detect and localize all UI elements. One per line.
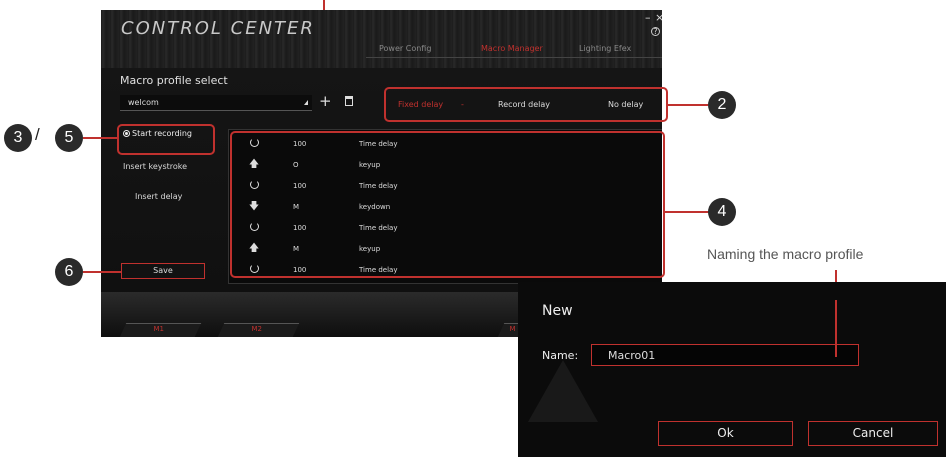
tab-macro-manager[interactable]: Macro Manager (481, 44, 543, 53)
macro-profile-value: welcom (128, 98, 159, 107)
start-recording-highlight (117, 124, 215, 155)
macro-profile-label: Macro profile select (120, 74, 228, 87)
callout-4: 4 (708, 198, 736, 226)
macro-profile-dropdown[interactable]: welcom (120, 95, 312, 111)
close-button[interactable]: × (655, 11, 662, 24)
callout-slash: / (35, 125, 40, 144)
callout-6-leader (83, 271, 121, 273)
tab-lighting-efex[interactable]: Lighting Efex (579, 44, 631, 53)
insert-delay-button[interactable]: Insert delay (135, 192, 182, 201)
m2-button[interactable]: M2 (217, 323, 300, 337)
callout-6: 6 (55, 258, 83, 286)
tab-power-config[interactable]: Power Config (379, 44, 431, 53)
m3-label: M (509, 325, 516, 333)
callout-2-leader (668, 104, 708, 106)
app-title: CONTROL CENTER (121, 18, 315, 39)
naming-leader-red (835, 300, 837, 357)
save-button[interactable]: Save (121, 263, 205, 279)
delay-options-highlight (384, 87, 668, 122)
dialog-title: New (542, 303, 573, 319)
name-field-value: Macro01 (608, 349, 656, 362)
m1-label: M1 (153, 325, 164, 333)
new-profile-dialog: New Name: Macro01 Ok Cancel (518, 282, 946, 457)
naming-annotation: Naming the macro profile (707, 246, 864, 262)
add-profile-button[interactable]: + (319, 92, 332, 110)
dropdown-arrow-icon (304, 100, 308, 105)
callout-5-leader (83, 137, 118, 139)
m2-label: M2 (251, 325, 262, 333)
ok-button[interactable]: Ok (658, 421, 793, 446)
callout-5: 5 (55, 124, 83, 152)
trash-icon[interactable] (345, 96, 353, 106)
callout-4-leader (665, 211, 709, 213)
name-label: Name: (542, 349, 579, 362)
minimize-button[interactable]: – (645, 11, 651, 24)
warning-icon (528, 360, 598, 422)
name-field[interactable]: Macro01 (591, 344, 859, 366)
macro-list-highlight (230, 131, 665, 278)
callout-2: 2 (708, 91, 736, 119)
cancel-button[interactable]: Cancel (808, 421, 938, 446)
m1-button[interactable]: M1 (119, 323, 202, 337)
callout-3: 3 (4, 124, 32, 152)
insert-keystroke-button[interactable]: Insert keystroke (123, 162, 187, 171)
help-icon[interactable]: ? (651, 27, 660, 36)
tab-underline (366, 57, 662, 58)
callout-1-leader (323, 0, 325, 10)
